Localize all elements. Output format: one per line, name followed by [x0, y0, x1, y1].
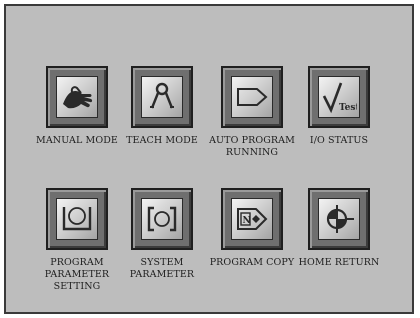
io-status-label: I/O STATUS — [309, 135, 369, 146]
home-return-tile[interactable]: HOME RETURN — [289, 188, 389, 269]
system-parameter-button[interactable] — [131, 188, 193, 250]
svg-text:Test: Test — [339, 103, 357, 113]
home-target-icon — [326, 205, 354, 233]
home-return-label: HOME RETURN — [298, 257, 380, 268]
program-copy-tile[interactable]: N PROGRAM COPY — [202, 188, 302, 269]
auto-program-running-tile[interactable]: AUTO PROGRAM RUNNING — [202, 66, 302, 159]
checkmark-test-icon: Test — [322, 82, 357, 114]
tray-icon — [62, 207, 92, 231]
copy-arrow-icon: N — [237, 208, 268, 230]
hand-icon — [63, 86, 93, 109]
svg-text:N: N — [243, 216, 251, 226]
system-parameter-tile[interactable]: SYSTEM PARAMETER — [112, 188, 212, 281]
program-parameter-setting-label: PROGRAM PARAMETER SETTING — [44, 257, 110, 292]
program-copy-button[interactable]: N — [221, 188, 283, 250]
io-status-button[interactable]: Test — [308, 66, 370, 128]
manual-mode-button[interactable] — [46, 66, 108, 128]
arrow-box-icon — [237, 88, 268, 106]
bracket-box-icon — [147, 206, 177, 232]
program-copy-label: PROGRAM COPY — [209, 257, 295, 268]
program-parameter-setting-button[interactable] — [46, 188, 108, 250]
auto-program-running-label: AUTO PROGRAM RUNNING — [209, 135, 295, 158]
system-parameter-label: SYSTEM PARAMETER — [129, 257, 195, 280]
io-status-tile[interactable]: Test I/O STATUS — [289, 66, 389, 147]
teach-mode-tile[interactable]: TEACH MODE — [112, 66, 212, 147]
teach-mode-button[interactable] — [131, 66, 193, 128]
teach-mode-label: TEACH MODE — [126, 135, 198, 146]
main-menu-panel: MANUAL MODE TEACH MODE AUTO PROGRAM RUNN… — [4, 4, 414, 314]
home-return-button[interactable] — [308, 188, 370, 250]
manual-mode-label: MANUAL MODE — [36, 135, 118, 146]
auto-program-running-button[interactable] — [221, 66, 283, 128]
teach-pendant-icon — [150, 82, 174, 109]
